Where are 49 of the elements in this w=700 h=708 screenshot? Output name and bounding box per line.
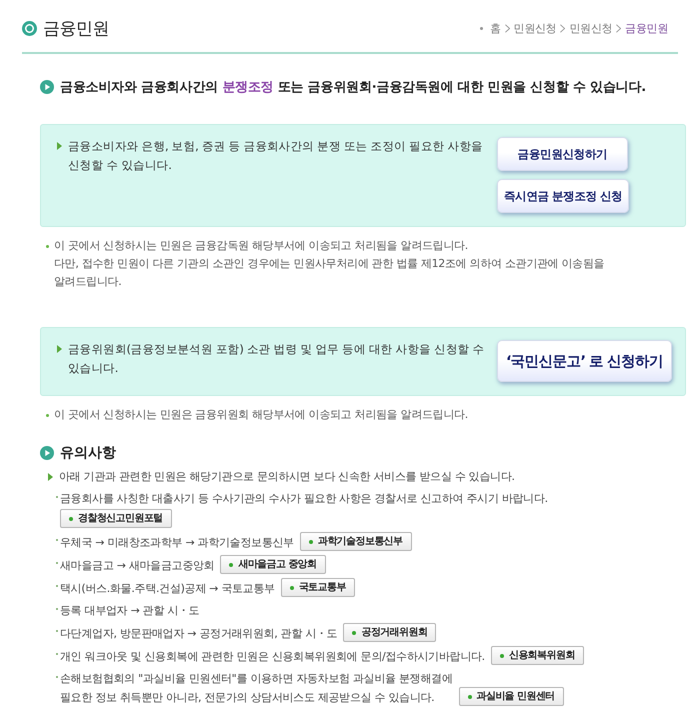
section-title: 유의사항 (60, 444, 116, 462)
shortcut-link[interactable]: 신용회복위원회 (490, 646, 584, 665)
item-text: 우체국 → 미래창조과학부 → 과학기술정보통신부 (60, 535, 294, 551)
breadcrumb-link[interactable]: 홈 (490, 20, 501, 36)
shortcut-link[interactable]: 공정거래위원회 (343, 623, 436, 642)
triangle-bullet-icon (57, 345, 62, 353)
shortcut-link[interactable]: 과실비율 민원센터 (458, 687, 564, 706)
apply-button[interactable]: 금융민원신청하기 (497, 137, 628, 171)
page-title: 금융민원 (43, 18, 109, 40)
lead-text: 아래 기관과 관련한 민원은 해당기관으로 문의하시면 보다 신속한 서비스를 받으실 수 있습니다. (59, 469, 515, 485)
play-icon (40, 446, 54, 460)
item-text: 새마을금고 → 새마을금고중앙회 (60, 558, 214, 574)
dot-icon (468, 694, 472, 698)
chevron-right-icon (560, 24, 566, 32)
item-text: 택시(버스.화물.주택.건설)공제 → 국토교통부 (60, 581, 275, 597)
bullet-dot-icon (46, 245, 49, 248)
item-text: 금융회사를 사칭한 대출사기 등 수사기관의 수사가 필요한 사항은 경찰서로 신고하여 주시기 바랍니다. (60, 491, 548, 507)
breadcrumb-link[interactable]: 민원신청 (514, 20, 556, 36)
dot-icon (308, 540, 313, 544)
item-text: 손해보험협회의 "과실비율 민원센터"를 이용하면 자동차보험 과실비율 분쟁해결에 필요한 정보 취득뿐만 아니라, 전문가의 상담서비스도 제공받으실 수 있습니다. (60, 671, 452, 706)
item-text: 개인 워크아웃 및 신용회복에 관련한 민원은 신용회복위원회에 문의/접수하시기바랍니다. (60, 649, 485, 665)
panel-text: 금융소비자와 은행, 보험, 증권 등 금융회사간의 분쟁 또는 조정이 필요한 사항을 신청할 수 있습니다. (68, 138, 484, 174)
dot-icon (229, 562, 234, 566)
play-icon (40, 80, 54, 94)
shortcut-link[interactable]: 새마을금고 중앙회 (220, 555, 326, 574)
chevron-right-icon (504, 24, 510, 32)
shortcut-link[interactable]: 국토교통부 (280, 578, 355, 597)
item-text: 등록 대부업자 → 관할 시・도 (60, 603, 200, 619)
dot-icon (500, 654, 504, 658)
panel-text: 금융위원회(금융정보분석원 포함) 소관 법령 및 업무 등에 대한 사항을 신청할 수 있습니다. (68, 341, 486, 377)
dot-icon (69, 516, 73, 520)
intro-text: 금융소비자와 금융회사간의 분쟁조정 또는 금융위원회·금융감독원에 대한 민원을 신청할 수 있습니다. (60, 79, 646, 96)
triangle-bullet-icon (48, 473, 53, 481)
dot-icon (290, 586, 294, 590)
triangle-bullet-icon (57, 142, 62, 150)
shortcut-link[interactable]: 경찰청신고민원포털 (60, 509, 172, 528)
target-icon (22, 20, 37, 36)
dot-icon (352, 630, 356, 634)
apply-button[interactable]: 즉시연금 분쟁조정 신청 (497, 179, 630, 213)
apply-button[interactable]: ‘국민신문고’ 로 신청하기 (497, 340, 672, 382)
note-text: 이 곳에서 신청하시는 민원은 금융감독원 해당부서에 이송되고 처리됨을 알려드립니다. 다만, 접수한 민원이 다른 기관의 소관인 경우에는 민원사무처리에 관한 법률 제12조에 의하여 소관기관에 이송됨을 알려드립니다. (54, 238, 606, 290)
breadcrumb-link[interactable]: 민원신청 (569, 20, 612, 36)
bullet-dot-icon (480, 26, 483, 30)
breadcrumb-link[interactable]: 금융민원 (625, 20, 668, 36)
item-text: 다단계업자, 방문판매업자 → 공정거래위원회, 관할 시・도 (60, 626, 338, 642)
bullet-dot-icon (46, 414, 49, 417)
note-text: 이 곳에서 신청하시는 민원은 금융위원회 해당부서에 이송되고 처리됨을 알려드립니다. (54, 407, 468, 423)
chevron-right-icon (616, 24, 622, 32)
shortcut-link[interactable]: 과학기술정보통신부 (300, 532, 412, 551)
